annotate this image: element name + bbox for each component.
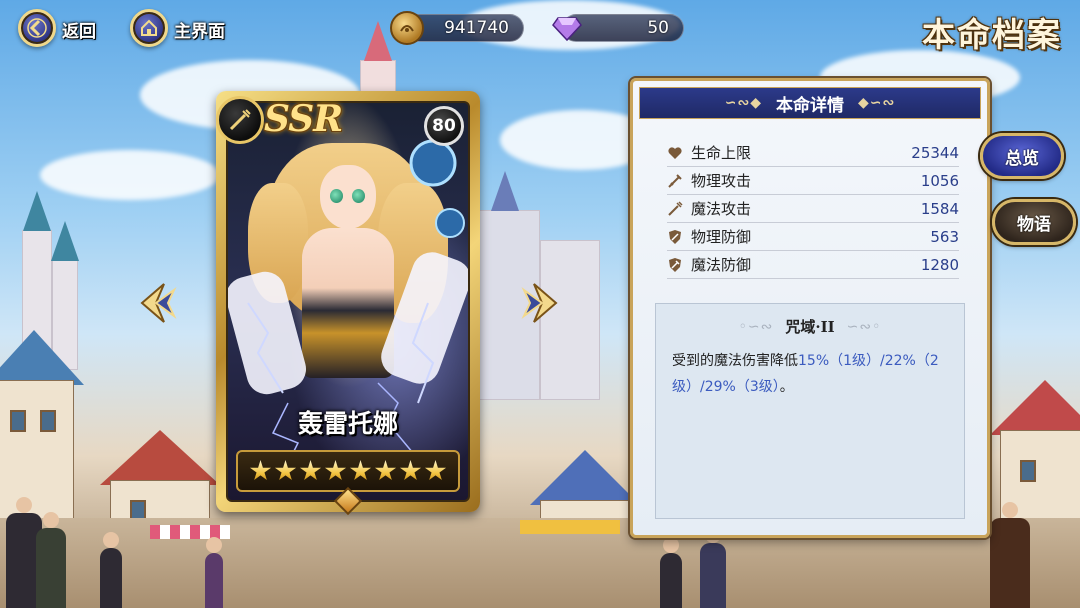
stat-value: 563 xyxy=(930,227,959,246)
stat-label: 生命上限 xyxy=(691,144,752,162)
panel-header: ∽∾◆ 本命详情 ◆∽∾ xyxy=(639,87,981,119)
stat-value: 1280 xyxy=(920,255,959,274)
magic-shield-icon xyxy=(667,257,683,273)
skill-title-deco-right: ∽∾◦ xyxy=(846,318,882,335)
stat-value: 25344 xyxy=(911,143,959,162)
skill-desc-text: 受到的魔法伤害降低 xyxy=(672,353,798,369)
tab-overview-label: 总览 xyxy=(1005,148,1039,169)
wand-class-icon xyxy=(229,109,251,131)
level-badge: 80 xyxy=(424,106,464,146)
star-icon xyxy=(299,460,322,481)
stat-row-physical-defense: 物理防御 563 xyxy=(667,223,959,251)
stat-label: 魔法防御 xyxy=(691,256,752,274)
home-label[interactable]: 主界面 xyxy=(174,17,225,42)
stat-row-magic-attack: 魔法攻击 1584 xyxy=(667,195,959,223)
star-icon xyxy=(274,460,297,481)
diamond-icon xyxy=(550,11,584,45)
stat-label: 魔法攻击 xyxy=(691,200,752,218)
tab-story-label: 物语 xyxy=(1017,214,1051,235)
star-icon xyxy=(349,460,372,481)
stat-value: 1056 xyxy=(920,171,959,190)
stat-label: 物理防御 xyxy=(691,228,752,246)
chevron-left-icon xyxy=(140,283,177,323)
gem-amount: 50 xyxy=(647,18,669,38)
prev-character-button[interactable] xyxy=(134,280,180,326)
skill-box: ◦∽∾ 咒域·II ∽∾◦ 受到的魔法伤害降低15%（1级）/22%（2级）/2… xyxy=(655,303,965,519)
star-rating xyxy=(236,450,460,492)
rarity-label: SSR xyxy=(264,98,343,140)
tab-story[interactable]: 物语 xyxy=(992,199,1076,245)
chevron-right-icon xyxy=(521,283,558,323)
skill-name: 咒域·II xyxy=(785,318,835,336)
star-icon xyxy=(249,460,272,481)
home-button[interactable] xyxy=(130,9,168,47)
star-icon xyxy=(399,460,422,481)
heart-icon xyxy=(667,145,683,161)
gold-coin-icon xyxy=(390,11,424,45)
page-title: 本命档案 xyxy=(922,15,1062,54)
class-badge xyxy=(216,96,264,144)
character-name: 轰雷托娜 xyxy=(297,409,398,438)
back-arrow-icon xyxy=(27,18,47,38)
skill-description: 受到的魔法伤害降低15%（1级）/22%（2级）/29%（3级）。 xyxy=(672,348,950,400)
wand-icon xyxy=(667,200,683,217)
star-icon xyxy=(324,460,347,481)
stat-row-physical-attack: 物理攻击 1056 xyxy=(667,167,959,195)
gold-amount: 941740 xyxy=(444,18,509,38)
home-icon xyxy=(141,19,157,36)
tab-overview[interactable]: 总览 xyxy=(980,133,1064,179)
next-character-button[interactable] xyxy=(518,280,564,326)
stat-row-magic-defense: 魔法防御 1280 xyxy=(667,251,959,279)
header-flourish-right: ◆∽∾ xyxy=(858,95,896,111)
detail-panel: ∽∾◆ 本命详情 ◆∽∾ 生命上限 25344 物理攻击 1056 魔法攻击 1… xyxy=(630,78,990,538)
stat-value: 1584 xyxy=(920,199,959,218)
level-value: 80 xyxy=(432,116,456,136)
skill-desc-end: 。 xyxy=(779,379,794,395)
star-icon xyxy=(424,460,447,481)
skill-title-deco-left: ◦∽∾ xyxy=(738,318,774,335)
panel-title: 本命详情 xyxy=(776,95,844,116)
star-icon xyxy=(374,460,397,481)
character-card[interactable] xyxy=(216,91,480,512)
sword-icon xyxy=(667,173,683,189)
character-portrait xyxy=(226,101,470,502)
stat-row-hp: 生命上限 25344 xyxy=(667,139,959,167)
shield-icon xyxy=(667,229,683,245)
back-label[interactable]: 返回 xyxy=(62,17,96,42)
back-button[interactable] xyxy=(18,9,56,47)
header-flourish-left: ∽∾◆ xyxy=(724,95,762,111)
stat-label: 物理攻击 xyxy=(691,172,752,190)
